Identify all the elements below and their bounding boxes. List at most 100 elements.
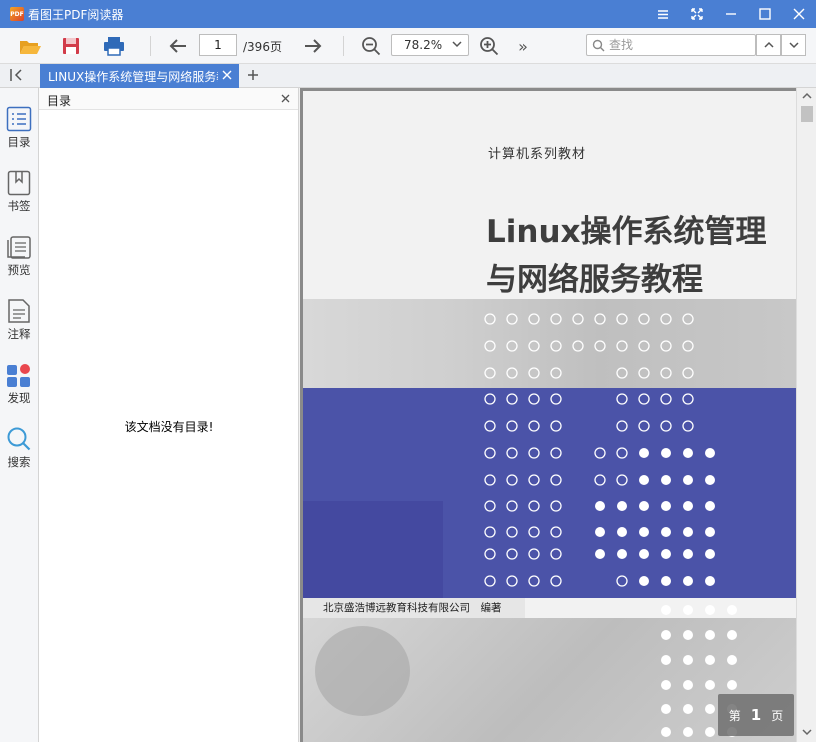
menu-icon[interactable] <box>646 0 680 28</box>
minimize-icon[interactable] <box>714 0 748 28</box>
cover-dot <box>683 704 693 714</box>
sidebar-item-label: 目录 <box>7 135 31 149</box>
close-icon[interactable] <box>782 0 816 28</box>
cover-dot <box>682 313 694 325</box>
zoom-in-icon[interactable] <box>476 34 502 58</box>
cover-dot <box>683 727 693 737</box>
more-button[interactable]: » <box>510 34 536 58</box>
search-next-button[interactable] <box>781 34 806 56</box>
cover-dot <box>528 447 540 459</box>
cover-dot <box>638 340 650 352</box>
sidebar-item-bookmark[interactable]: 书签 <box>0 170 38 230</box>
cover-dot <box>528 548 540 560</box>
cover-dot <box>594 447 606 459</box>
cover-dot <box>550 500 562 512</box>
add-tab-button[interactable] <box>246 68 260 85</box>
cover-dot <box>705 704 715 714</box>
sidebar-item-annotation[interactable]: 注释 <box>0 298 38 358</box>
cover-dot <box>484 340 496 352</box>
cover-dot <box>683 448 693 458</box>
zoom-out-icon[interactable] <box>358 34 384 58</box>
folder-open-icon[interactable] <box>17 34 43 58</box>
cover-dot <box>617 501 627 511</box>
cover-dot <box>506 500 518 512</box>
cover-dot <box>638 393 650 405</box>
cover-dot <box>550 548 562 560</box>
discover-icon <box>7 364 30 387</box>
toc-header: 目录 <box>39 88 298 110</box>
cover-dot <box>595 527 605 537</box>
cover-dot <box>705 630 715 640</box>
cover-dot <box>616 393 628 405</box>
cover-dot <box>484 447 496 459</box>
tab-document[interactable]: LINUX操作系统管理与网络服务教程 <box>40 64 239 88</box>
cover-dot <box>550 367 562 379</box>
cover-dot <box>506 548 518 560</box>
cover-dot <box>506 367 518 379</box>
cover-dot <box>572 313 584 325</box>
sidebar-item-label: 发现 <box>7 391 31 405</box>
cover-dot <box>594 340 606 352</box>
save-icon[interactable] <box>58 34 84 58</box>
annotation-icon <box>8 299 30 323</box>
fullscreen-icon[interactable] <box>680 0 714 28</box>
cover-dot <box>683 501 693 511</box>
cover-dot <box>705 680 715 690</box>
cover-dot <box>550 575 562 587</box>
print-icon[interactable] <box>101 34 127 58</box>
page-indicator-suffix: 页 <box>771 708 784 723</box>
cover-dot <box>683 630 693 640</box>
scrollbar-thumb[interactable] <box>801 106 813 122</box>
cover-dot <box>616 420 628 432</box>
close-icon[interactable] <box>281 94 290 103</box>
cover-dot <box>616 340 628 352</box>
cover-dot <box>528 500 540 512</box>
cover-dot <box>572 340 584 352</box>
cover-title-line1: Linux操作系统管理 <box>486 214 767 250</box>
cover-dot <box>506 420 518 432</box>
search-prev-button[interactable] <box>756 34 781 56</box>
cover-dot <box>639 527 649 537</box>
scroll-down-icon[interactable] <box>802 728 812 736</box>
page-indicator-number: 1 <box>750 706 762 724</box>
vertical-scrollbar[interactable] <box>796 88 816 742</box>
cover-dot <box>660 393 672 405</box>
cover-dot <box>617 527 627 537</box>
sidebar-item-toc[interactable]: 目录 <box>0 106 38 166</box>
arrow-left-icon[interactable] <box>165 34 191 58</box>
zoom-select[interactable]: 78.2% <box>391 34 469 56</box>
app-title: 看图王PDF阅读器 <box>28 7 124 22</box>
sidebar-item-label: 注释 <box>7 327 31 341</box>
document-view[interactable]: 计算机系列教材 Linux操作系统管理 与网络服务教程 北京盛浩博远教育科技有限… <box>300 88 796 742</box>
cover-title-line2: 与网络服务教程 <box>486 262 703 298</box>
cover-dot <box>683 655 693 665</box>
cover-dot <box>660 313 672 325</box>
cover-dot <box>661 448 671 458</box>
scroll-up-icon[interactable] <box>802 92 812 100</box>
search-field[interactable] <box>586 34 756 56</box>
cover-dot <box>484 575 496 587</box>
cover-dot <box>660 367 672 379</box>
collapse-panel-button[interactable] <box>8 68 24 85</box>
sidebar-item-discover[interactable]: 发现 <box>0 362 38 422</box>
cover-dot <box>616 575 628 587</box>
sidebar-item-label: 书签 <box>7 199 31 213</box>
sidebar-item-preview[interactable]: 预览 <box>0 234 38 294</box>
cover-dot <box>639 549 649 559</box>
cover-dot <box>484 500 496 512</box>
cover-dot <box>528 474 540 486</box>
search-input[interactable] <box>609 37 749 53</box>
cover-dot <box>727 630 737 640</box>
cover-dot <box>683 576 693 586</box>
sidebar-item-search[interactable]: 搜索 <box>0 426 38 486</box>
cover-dot <box>705 655 715 665</box>
maximize-icon[interactable] <box>748 0 782 28</box>
cover-dot <box>550 393 562 405</box>
arrow-right-icon[interactable] <box>300 34 326 58</box>
cover-dot <box>661 630 671 640</box>
cover-dot <box>528 313 540 325</box>
sidebar: 目录 书签 预览 注释 发现 搜索 <box>0 88 39 742</box>
page-number-input[interactable]: 1 <box>199 34 237 56</box>
close-icon[interactable] <box>222 70 232 80</box>
cover-dot <box>550 474 562 486</box>
